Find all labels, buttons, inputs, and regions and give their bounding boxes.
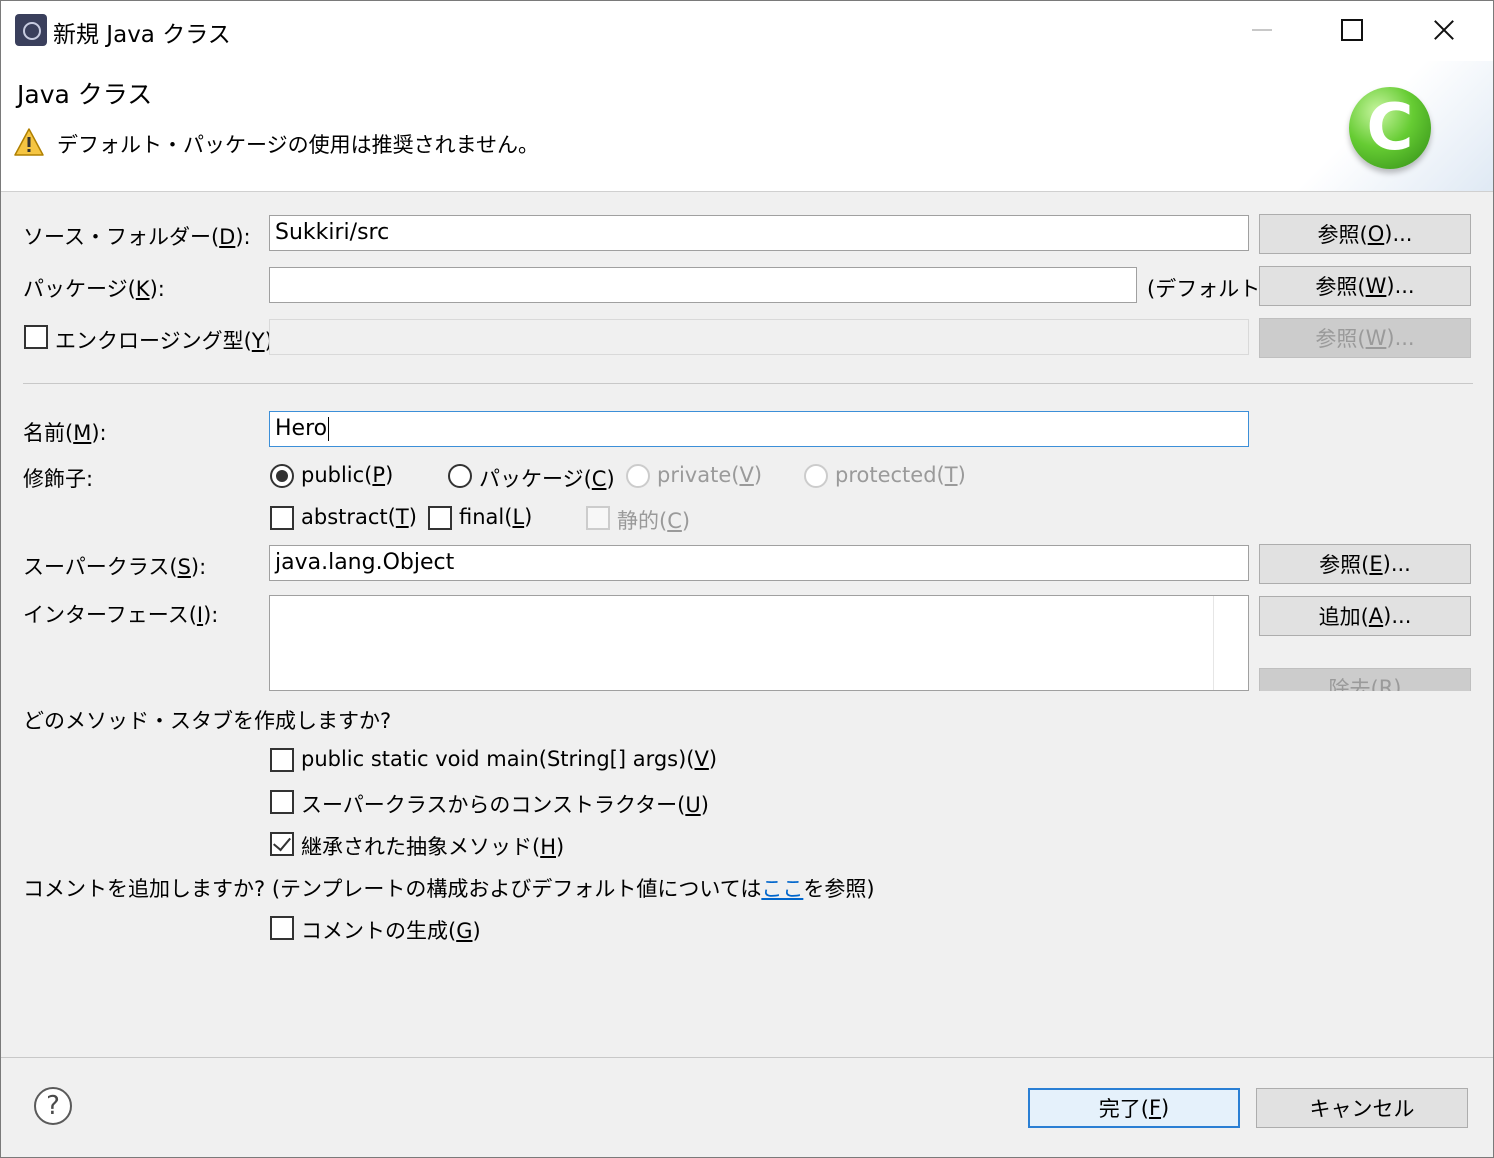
add-interface-button[interactable]: 追加(A)...: [1259, 596, 1471, 636]
protected-radio-label: protected(T): [835, 463, 966, 487]
modifiers-label: 修飾子:: [23, 467, 94, 491]
abstract-checkbox[interactable]: [270, 506, 294, 530]
browse-package-button[interactable]: 参照(W)...: [1259, 266, 1471, 306]
new-java-class-dialog: 新規 Java クラス Java クラス デフォルト・パッケージの使用は推奨され…: [0, 0, 1494, 1158]
text-caret: [328, 417, 330, 441]
warning-icon: [14, 128, 44, 156]
warning-message: デフォルト・パッケージの使用は推奨されません。: [57, 133, 539, 157]
inherited-abstract-label: 継承された抽象メソッド(H): [301, 835, 565, 859]
main-method-checkbox[interactable]: [270, 748, 294, 772]
enclosing-type-field: [269, 319, 1249, 355]
interfaces-label: インターフェース(I):: [23, 603, 219, 627]
browse-enclosing-button: 参照(W)...: [1259, 318, 1471, 358]
wizard-header: Java クラス デフォルト・パッケージの使用は推奨されません。 C: [1, 61, 1493, 192]
stubs-question: どのメソッド・スタブを作成しますか?: [23, 709, 392, 733]
enclosing-type-label: エンクロージング型(Y):: [55, 329, 280, 353]
package-radio-label: パッケージ(C): [479, 467, 615, 491]
superclass-label: スーパークラス(S):: [23, 555, 207, 579]
package-radio[interactable]: [448, 464, 472, 488]
remove-interface-button-clip: 除去(R): [1259, 668, 1471, 691]
enclosing-type-checkbox[interactable]: [24, 325, 48, 349]
window-title: 新規 Java クラス: [53, 22, 231, 48]
main-method-label: public static void main(String[] args)(V…: [301, 747, 718, 771]
abstract-checkbox-label: abstract(T): [301, 505, 417, 529]
static-checkbox-label: 静的(C): [617, 509, 691, 533]
package-default-label: (デフォルト): [1147, 277, 1269, 301]
final-checkbox[interactable]: [428, 506, 452, 530]
static-checkbox: [586, 506, 610, 530]
title-bar: 新規 Java クラス: [1, 1, 1493, 61]
interfaces-list[interactable]: [269, 595, 1249, 691]
constructors-checkbox[interactable]: [270, 790, 294, 814]
generate-comments-checkbox[interactable]: [270, 916, 294, 940]
footer-separator: [1, 1057, 1493, 1058]
help-icon[interactable]: ?: [34, 1087, 72, 1125]
browse-source-folder-button[interactable]: 参照(O)...: [1259, 214, 1471, 254]
templates-link[interactable]: ここ: [761, 877, 803, 901]
minimize-button[interactable]: [1217, 1, 1307, 59]
private-radio-label: private(V): [657, 463, 763, 487]
minimize-icon: [1252, 29, 1272, 31]
close-icon: [1433, 19, 1455, 41]
package-field[interactable]: [269, 267, 1137, 303]
java-class-icon: C: [1349, 87, 1431, 169]
browse-superclass-button[interactable]: 参照(E)...: [1259, 544, 1471, 584]
inherited-abstract-checkbox[interactable]: [270, 832, 294, 856]
generate-comments-label: コメントの生成(G): [301, 919, 481, 943]
separator: [23, 383, 1473, 384]
protected-radio: [804, 464, 828, 488]
constructors-label: スーパークラスからのコンストラクター(U): [301, 793, 709, 817]
name-field[interactable]: Hero: [269, 411, 1249, 447]
source-folder-field[interactable]: Sukkiri/src: [269, 215, 1249, 251]
cancel-button[interactable]: キャンセル: [1256, 1088, 1468, 1128]
eclipse-icon: [15, 14, 47, 46]
maximize-icon: [1341, 19, 1363, 41]
close-button[interactable]: [1399, 1, 1489, 59]
superclass-field[interactable]: java.lang.Object: [269, 545, 1249, 581]
page-title: Java クラス: [17, 80, 153, 109]
public-radio[interactable]: [270, 464, 294, 488]
source-folder-label: ソース・フォルダー(D):: [23, 225, 251, 249]
package-label: パッケージ(K):: [23, 277, 165, 301]
comments-question: コメントを追加しますか? (テンプレートの構成およびデフォルト値についてはここを…: [23, 877, 875, 901]
maximize-button[interactable]: [1307, 1, 1397, 59]
final-checkbox-label: final(L): [459, 505, 533, 529]
list-scroll-divider: [1213, 596, 1214, 690]
public-radio-label: public(P): [301, 463, 394, 487]
name-label: 名前(M):: [23, 421, 107, 445]
private-radio: [626, 464, 650, 488]
remove-interface-button: 除去(R): [1259, 668, 1471, 691]
finish-button[interactable]: 完了(F): [1028, 1088, 1240, 1128]
